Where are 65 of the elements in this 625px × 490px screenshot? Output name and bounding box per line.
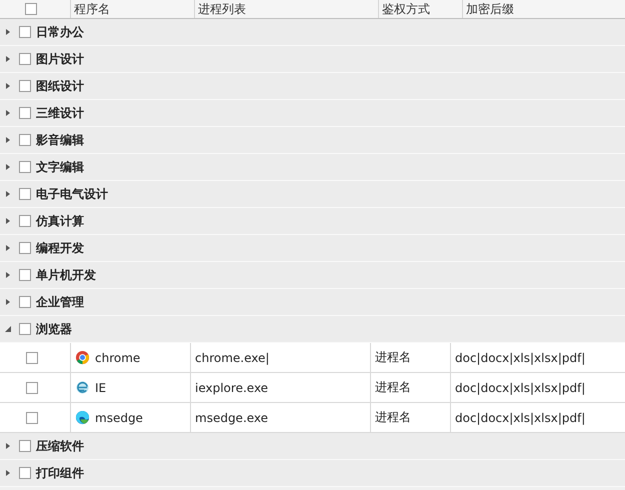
group-name: 图纸设计 bbox=[36, 78, 84, 94]
checkbox[interactable] bbox=[25, 3, 37, 15]
process-cell: chrome.exe| bbox=[190, 343, 370, 372]
process-cell: msedge.exe bbox=[190, 403, 370, 432]
auth-cell: 进程名 bbox=[370, 373, 450, 402]
checkbox[interactable] bbox=[19, 161, 31, 173]
column-header[interactable]: 进程列表 bbox=[194, 0, 378, 18]
expand-arrow-icon[interactable] bbox=[5, 326, 11, 332]
column-header[interactable]: 加密后缀 bbox=[462, 0, 625, 18]
program-name: IE bbox=[95, 380, 106, 394]
group-name: 影音编辑 bbox=[36, 132, 84, 148]
checkbox[interactable] bbox=[19, 107, 31, 119]
checkbox[interactable] bbox=[19, 440, 31, 452]
checkbox[interactable] bbox=[19, 188, 31, 200]
auth-cell: 进程名 bbox=[370, 343, 450, 372]
program-name: chrome bbox=[95, 350, 140, 364]
group-name: 电子电气设计 bbox=[36, 186, 108, 202]
group-name: 单片机开发 bbox=[36, 266, 96, 284]
group-name: 编程开发 bbox=[36, 240, 84, 256]
expand-arrow-icon[interactable] bbox=[5, 272, 11, 278]
ring-icon bbox=[75, 350, 90, 365]
checkbox[interactable] bbox=[26, 352, 38, 364]
program-name: msedge bbox=[95, 410, 143, 424]
group-name: 仿真计算 bbox=[36, 212, 84, 230]
expand-arrow-icon[interactable] bbox=[5, 245, 11, 251]
globe-icon bbox=[75, 380, 90, 395]
expand-arrow-icon[interactable] bbox=[5, 443, 11, 449]
checkbox[interactable] bbox=[19, 242, 31, 254]
expand-arrow-icon[interactable] bbox=[5, 164, 11, 170]
suffix-cell: doc|docx|xls|xlsx|pdf| bbox=[450, 373, 625, 402]
checkbox[interactable] bbox=[19, 215, 31, 227]
group-name: 浏览器 bbox=[36, 320, 72, 338]
group-name: 企业管理 bbox=[36, 294, 84, 310]
expand-arrow-icon[interactable] bbox=[5, 218, 11, 224]
wave-circle-icon bbox=[75, 410, 90, 425]
group-name: 文字编辑 bbox=[36, 158, 84, 176]
checkbox[interactable] bbox=[19, 134, 31, 146]
group-name: 日常办公 bbox=[36, 24, 84, 40]
group-name: 压缩软件 bbox=[36, 438, 84, 454]
checkbox[interactable] bbox=[26, 382, 38, 394]
checkbox[interactable] bbox=[19, 26, 31, 38]
checkbox[interactable] bbox=[26, 412, 38, 424]
suffix-cell: doc|docx|xls|xlsx|pdf| bbox=[450, 403, 625, 432]
group-name: 三维设计 bbox=[36, 104, 84, 122]
expand-arrow-icon[interactable] bbox=[5, 110, 11, 116]
expand-arrow-icon[interactable] bbox=[5, 299, 11, 305]
checkbox[interactable] bbox=[19, 269, 31, 281]
auth-cell: 进程名 bbox=[370, 403, 450, 432]
expand-arrow-icon[interactable] bbox=[5, 137, 11, 143]
column-header[interactable]: 程序名 bbox=[70, 0, 194, 18]
expand-arrow-icon[interactable] bbox=[5, 470, 11, 476]
expand-arrow-icon[interactable] bbox=[5, 191, 11, 197]
expand-arrow-icon[interactable] bbox=[5, 83, 11, 89]
checkbox[interactable] bbox=[19, 296, 31, 308]
checkbox[interactable] bbox=[19, 53, 31, 65]
group-name: 打印组件 bbox=[36, 464, 84, 482]
suffix-cell: doc|docx|xls|xlsx|pdf| bbox=[450, 343, 625, 372]
checkbox[interactable] bbox=[19, 80, 31, 92]
checkbox[interactable] bbox=[19, 467, 31, 479]
column-header[interactable]: 鉴权方式 bbox=[378, 0, 462, 18]
expand-arrow-icon[interactable] bbox=[5, 56, 11, 62]
group-name: 图片设计 bbox=[36, 50, 84, 68]
expand-arrow-icon[interactable] bbox=[5, 29, 11, 35]
process-cell: iexplore.exe bbox=[190, 373, 370, 402]
checkbox[interactable] bbox=[19, 323, 31, 335]
